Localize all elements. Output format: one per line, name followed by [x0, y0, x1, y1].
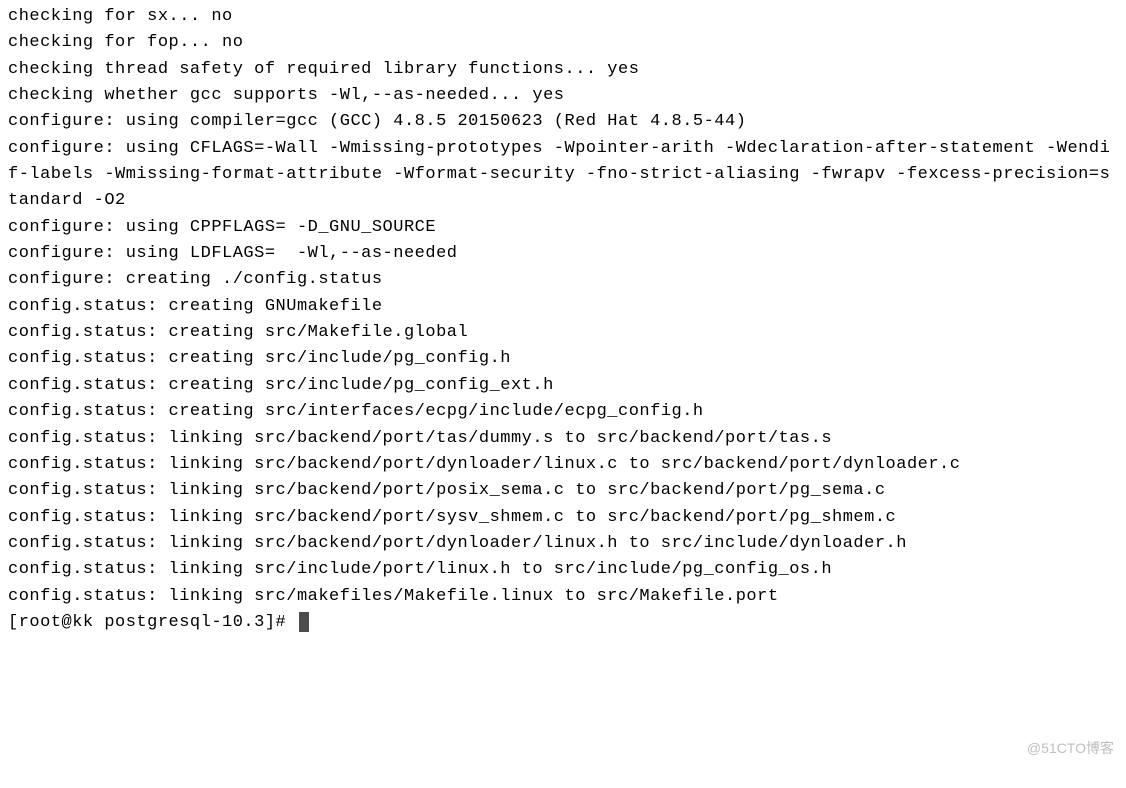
output-line: checking whether gcc supports -Wl,--as-n…: [8, 86, 565, 105]
output-line: configure: creating ./config.status: [8, 270, 383, 289]
output-line: config.status: linking src/backend/port/…: [8, 508, 896, 527]
output-line: checking thread safety of required libra…: [8, 60, 639, 79]
output-line: config.status: creating src/include/pg_c…: [8, 349, 511, 368]
output-line: config.status: creating src/include/pg_c…: [8, 376, 554, 395]
output-line: config.status: creating GNUmakefile: [8, 297, 383, 316]
output-line: configure: using LDFLAGS= -Wl,--as-neede…: [8, 244, 457, 263]
output-line: checking for sx... no: [8, 7, 233, 26]
output-line: config.status: linking src/backend/port/…: [8, 534, 907, 553]
output-line: config.status: linking src/include/port/…: [8, 560, 832, 579]
output-line: configure: using CFLAGS=-Wall -Wmissing-…: [8, 139, 1110, 211]
output-line: config.status: linking src/backend/port/…: [8, 429, 832, 448]
output-line: config.status: linking src/backend/port/…: [8, 481, 886, 500]
output-line: configure: using CPPFLAGS= -D_GNU_SOURCE: [8, 218, 436, 237]
output-line: checking for fop... no: [8, 33, 243, 52]
shell-prompt[interactable]: [root@kk postgresql-10.3]#: [8, 613, 297, 632]
output-line: config.status: creating src/Makefile.glo…: [8, 323, 468, 342]
output-line: config.status: linking src/makefiles/Mak…: [8, 587, 779, 606]
output-line: configure: using compiler=gcc (GCC) 4.8.…: [8, 112, 746, 131]
watermark-text: @51CTO博客: [1027, 738, 1114, 760]
cursor-icon: [299, 612, 309, 632]
output-line: config.status: creating src/interfaces/e…: [8, 402, 704, 421]
terminal-output[interactable]: checking for sx... no checking for fop..…: [8, 4, 1118, 636]
output-line: config.status: linking src/backend/port/…: [8, 455, 960, 474]
